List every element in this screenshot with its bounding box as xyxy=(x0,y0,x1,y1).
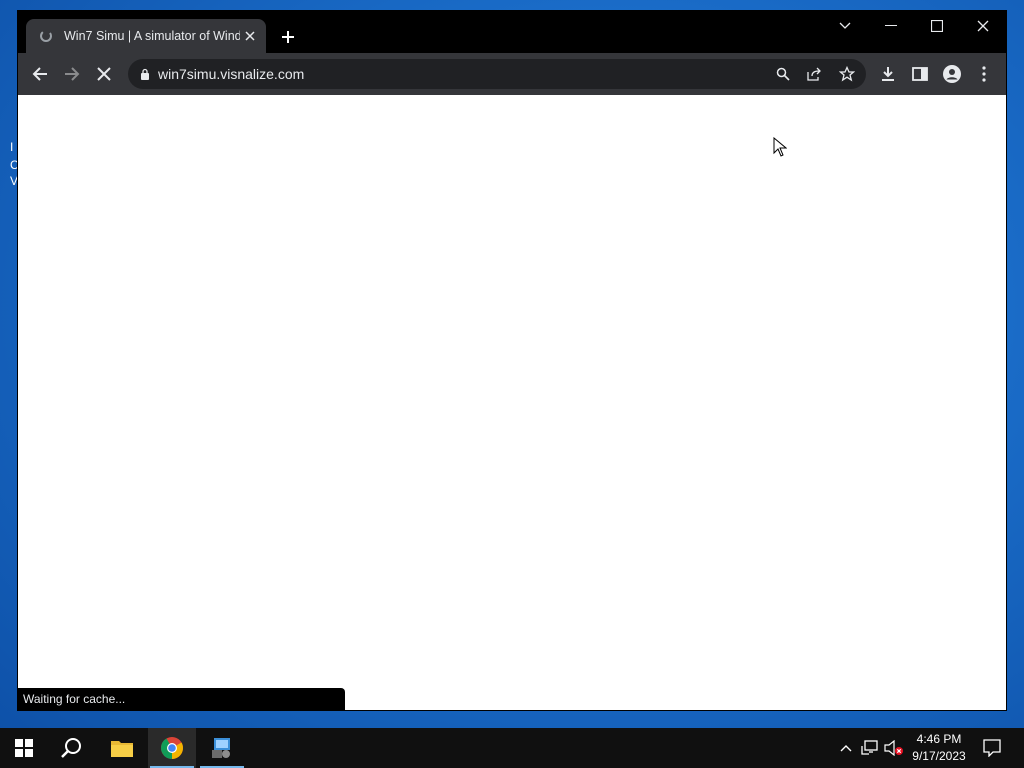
back-button[interactable] xyxy=(28,62,52,86)
show-hidden-icons-chevron-up-icon[interactable] xyxy=(836,738,856,758)
share-icon[interactable] xyxy=(803,62,827,86)
side-panel-icon[interactable] xyxy=(908,62,932,86)
lock-icon[interactable] xyxy=(140,68,150,80)
close-tab-icon[interactable] xyxy=(240,26,260,46)
notification-center-icon[interactable] xyxy=(980,736,1004,760)
control-panel-button[interactable] xyxy=(198,728,246,768)
minimize-button[interactable] xyxy=(868,11,914,41)
search-icon[interactable] xyxy=(771,62,795,86)
chrome-taskbar-button[interactable] xyxy=(148,728,196,768)
tab-title: Win7 Simu | A simulator of Windows 7 xyxy=(64,29,240,43)
bookmark-star-icon[interactable] xyxy=(835,62,859,86)
mouse-cursor-icon xyxy=(773,136,788,162)
status-bubble: Waiting for cache... xyxy=(18,688,345,710)
search-taskbar-button[interactable] xyxy=(48,728,96,768)
file-explorer-button[interactable] xyxy=(98,728,146,768)
desktop-icon-letter: V xyxy=(10,174,19,188)
taskbar: 4:46 PM 9/17/2023 xyxy=(0,728,1024,768)
browser-tab[interactable]: Win7 Simu | A simulator of Windows 7 xyxy=(26,19,266,53)
clock-time: 4:46 PM xyxy=(916,732,962,746)
network-icon[interactable] xyxy=(860,738,880,758)
volume-muted-icon[interactable] xyxy=(884,738,904,758)
tab-search-button[interactable] xyxy=(822,11,868,41)
stop-loading-button[interactable] xyxy=(92,62,116,86)
browser-window: Win7 Simu | A simulator of Windows 7 xyxy=(18,11,1006,710)
new-tab-button[interactable] xyxy=(276,25,300,49)
tab-strip: Win7 Simu | A simulator of Windows 7 xyxy=(18,11,1006,53)
page-content[interactable]: Waiting for cache... xyxy=(18,95,1006,710)
desktop-icon-letter: I xyxy=(10,140,14,154)
address-bar[interactable]: win7simu.visnalize.com xyxy=(128,59,866,89)
close-window-button[interactable] xyxy=(960,11,1006,41)
url-text: win7simu.visnalize.com xyxy=(158,66,305,82)
chrome-icon xyxy=(161,737,183,759)
maximize-button[interactable] xyxy=(914,11,960,41)
forward-button[interactable] xyxy=(60,62,84,86)
profile-avatar-icon[interactable] xyxy=(940,62,964,86)
clock-date: 9/17/2023 xyxy=(912,749,966,763)
menu-kebab-icon[interactable] xyxy=(972,62,996,86)
desktop-icons-strip: I C V xyxy=(0,100,19,220)
system-clock[interactable]: 4:46 PM 9/17/2023 xyxy=(908,731,970,765)
browser-toolbar: win7simu.visnalize.com xyxy=(18,53,1006,95)
start-button[interactable] xyxy=(0,728,48,768)
site-favicon-icon xyxy=(38,28,54,44)
download-icon[interactable] xyxy=(876,62,900,86)
